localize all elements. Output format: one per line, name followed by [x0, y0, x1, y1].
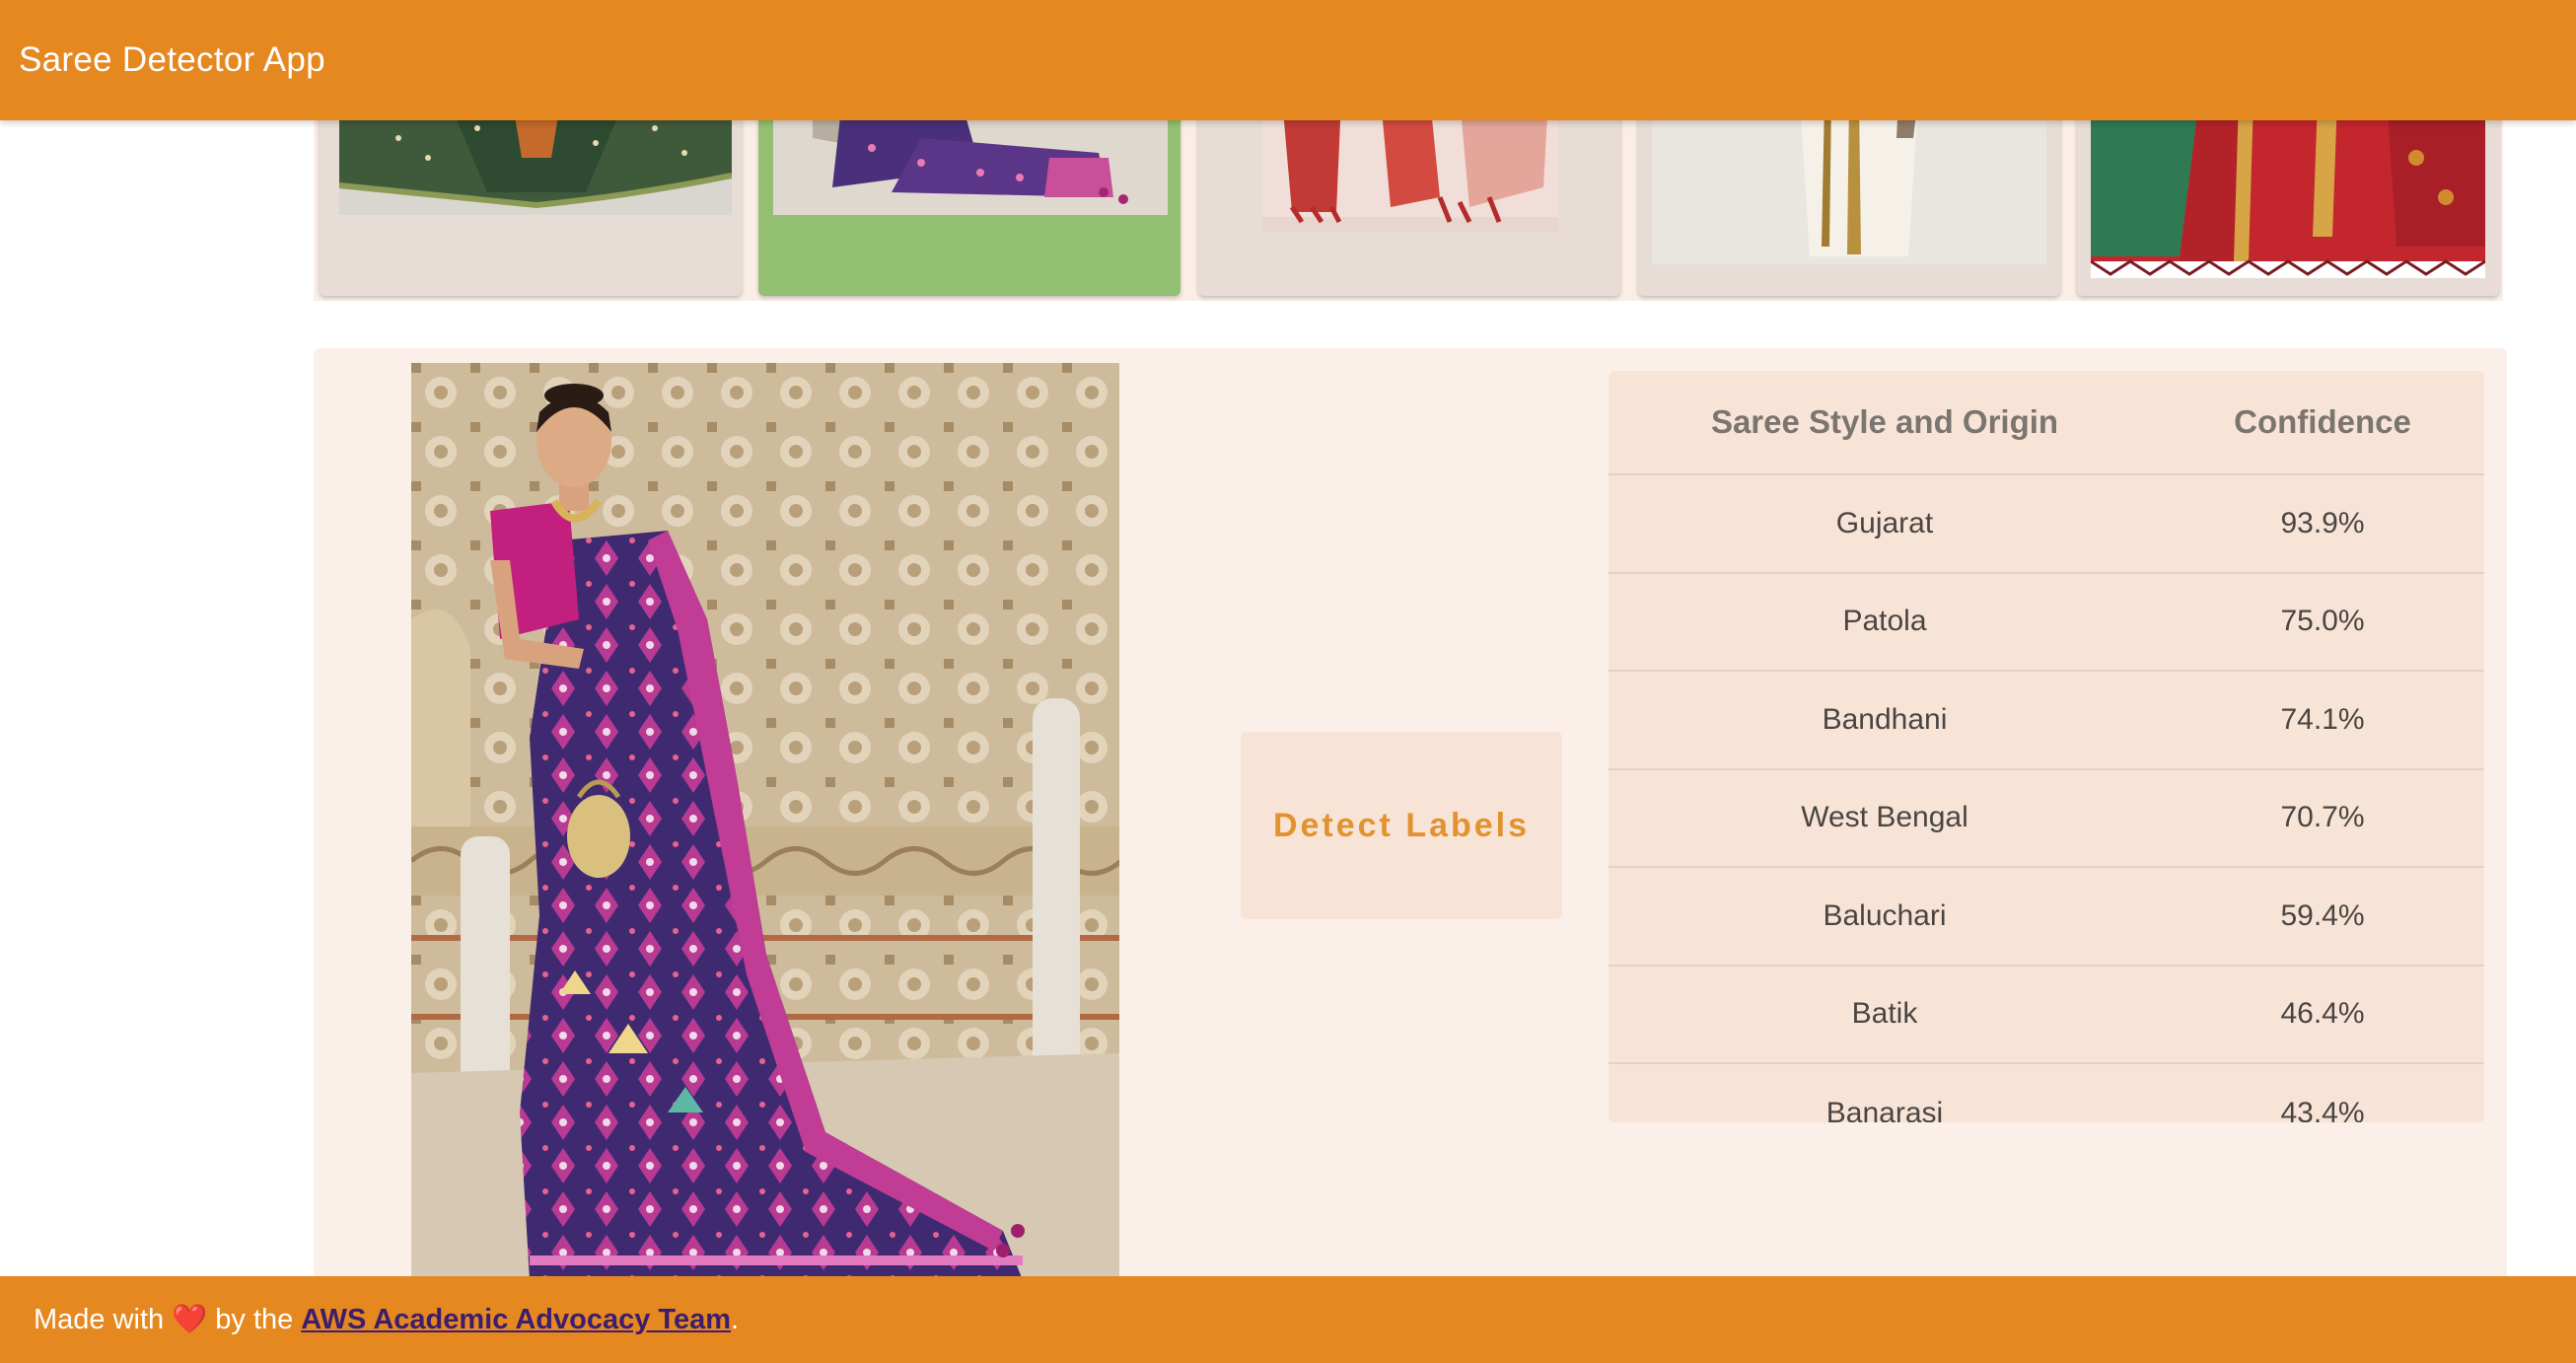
- header-confidence-label: Confidence: [2234, 403, 2411, 440]
- app-bar: Saree Detector App: [0, 0, 2576, 120]
- results-table: Saree Style and Origin Confidence Gujara…: [1609, 371, 2484, 1122]
- confidence-cell: 75.0%: [2161, 574, 2484, 671]
- confidence-value: 43.4%: [2280, 1096, 2365, 1122]
- confidence-value: 70.7%: [2280, 801, 2365, 834]
- confidence-cell: 46.4%: [2161, 967, 2484, 1063]
- confidence-cell: 70.7%: [2161, 770, 2484, 867]
- thumbnail-card-green-red[interactable]: [2077, 99, 2499, 296]
- style-value: Baluchari: [1823, 898, 1947, 932]
- confidence-value: 93.9%: [2280, 506, 2365, 539]
- table-row: Baluchari 59.4%: [1609, 868, 2484, 967]
- style-cell: Bandhani: [1609, 672, 2161, 768]
- table-row: Batik 46.4%: [1609, 967, 2484, 1064]
- aws-team-link[interactable]: AWS Academic Advocacy Team: [301, 1304, 731, 1336]
- thumbnail-card-white-gold[interactable]: [1638, 99, 2060, 296]
- thumbnail-card-green-bandhani[interactable]: [320, 99, 742, 296]
- thumbnail-image: [1652, 99, 2046, 264]
- confidence-cell: 43.4%: [2161, 1064, 2484, 1122]
- thumbnail-gallery: [314, 99, 2503, 301]
- detect-labels-button[interactable]: Detect Labels: [1241, 732, 1562, 919]
- style-value: Batik: [1851, 997, 1918, 1031]
- confidence-value: 74.1%: [2280, 702, 2365, 736]
- confidence-cell: 93.9%: [2161, 475, 2484, 572]
- style-value: Patola: [1842, 605, 1927, 638]
- app-title: Saree Detector App: [19, 40, 325, 79]
- style-value: Gujarat: [1835, 506, 1934, 539]
- style-value: Bandhani: [1822, 702, 1948, 736]
- thumbnail-image: [2091, 99, 2485, 278]
- table-row: Gujarat 93.9%: [1609, 475, 2484, 574]
- thumbnail-card-red-white[interactable]: [1198, 99, 1620, 296]
- header-style-label: Saree Style and Origin: [1710, 403, 2059, 440]
- table-row: Bandhani 74.1%: [1609, 672, 2484, 770]
- footer-middle: by the: [215, 1303, 294, 1335]
- style-cell: Batik: [1609, 967, 2161, 1063]
- footer: Made with ❤️ by the AWS Academic Advocac…: [0, 1276, 2576, 1363]
- style-cell: Baluchari: [1609, 868, 2161, 965]
- footer-prefix: Made with: [34, 1303, 165, 1335]
- confidence-cell: 74.1%: [2161, 672, 2484, 768]
- table-row: Banarasi 43.4%: [1609, 1064, 2484, 1122]
- confidence-value: 75.0%: [2280, 605, 2365, 638]
- saree-photo-illustration: [411, 363, 1119, 1280]
- header-cell-style: Saree Style and Origin: [1609, 371, 2161, 473]
- heart-icon: ❤️: [172, 1304, 208, 1335]
- style-value: Banarasi: [1825, 1096, 1944, 1122]
- footer-suffix: .: [731, 1303, 740, 1335]
- style-cell: Gujarat: [1609, 475, 2161, 572]
- style-value: West Bengal: [1801, 801, 1968, 834]
- confidence-value: 46.4%: [2280, 997, 2365, 1031]
- thumbnail-card-purple-patola[interactable]: [758, 99, 1181, 296]
- table-row: Patola 75.0%: [1609, 574, 2484, 672]
- confidence-value: 59.4%: [2280, 898, 2365, 932]
- style-cell: West Bengal: [1609, 770, 2161, 867]
- selected-saree-image: [411, 363, 1119, 1280]
- style-cell: Patola: [1609, 574, 2161, 671]
- header-cell-confidence: Confidence: [2161, 371, 2484, 473]
- table-row: West Bengal 70.7%: [1609, 770, 2484, 868]
- results-header-row: Saree Style and Origin Confidence: [1609, 371, 2484, 475]
- style-cell: Banarasi: [1609, 1064, 2161, 1122]
- confidence-cell: 59.4%: [2161, 868, 2484, 965]
